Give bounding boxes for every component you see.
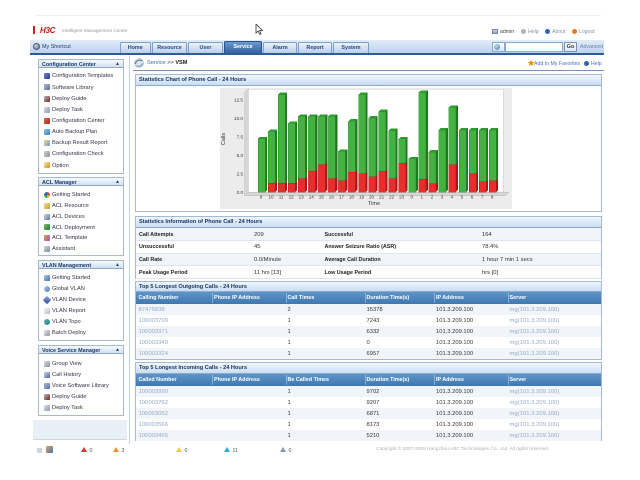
svg-text:22: 22	[389, 194, 395, 199]
svg-text:13: 13	[299, 194, 305, 199]
svg-text:6: 6	[471, 194, 474, 199]
svg-text:0.0: 0.0	[237, 190, 244, 195]
svg-text:9: 9	[260, 194, 263, 199]
svg-text:11: 11	[279, 194, 284, 199]
svg-text:19: 19	[359, 194, 365, 199]
svg-text:2: 2	[431, 194, 434, 199]
svg-text:21: 21	[379, 194, 385, 199]
svg-text:12.5: 12.5	[234, 98, 243, 103]
svg-text:5.0: 5.0	[237, 153, 244, 158]
svg-text:10.0: 10.0	[234, 116, 243, 121]
svg-text:4: 4	[451, 194, 454, 199]
svg-text:14: 14	[309, 194, 315, 199]
svg-text:7.5: 7.5	[237, 135, 244, 140]
svg-text:Calls: Calls	[221, 133, 227, 145]
svg-text:1: 1	[421, 194, 424, 199]
svg-text:0: 0	[410, 194, 413, 199]
svg-text:10: 10	[268, 194, 274, 199]
svg-text:12: 12	[289, 194, 295, 199]
svg-text:Time: Time	[368, 201, 380, 207]
svg-text:8: 8	[491, 194, 494, 199]
svg-text:5: 5	[461, 194, 464, 199]
svg-text:16: 16	[329, 194, 335, 199]
svg-text:23: 23	[399, 194, 405, 199]
svg-text:18: 18	[349, 194, 355, 199]
svg-text:15: 15	[319, 194, 325, 199]
svg-text:17: 17	[339, 194, 345, 199]
svg-text:3: 3	[441, 194, 444, 199]
svg-text:20: 20	[369, 194, 375, 199]
svg-text:2.5: 2.5	[237, 171, 244, 176]
svg-text:7: 7	[481, 194, 484, 199]
